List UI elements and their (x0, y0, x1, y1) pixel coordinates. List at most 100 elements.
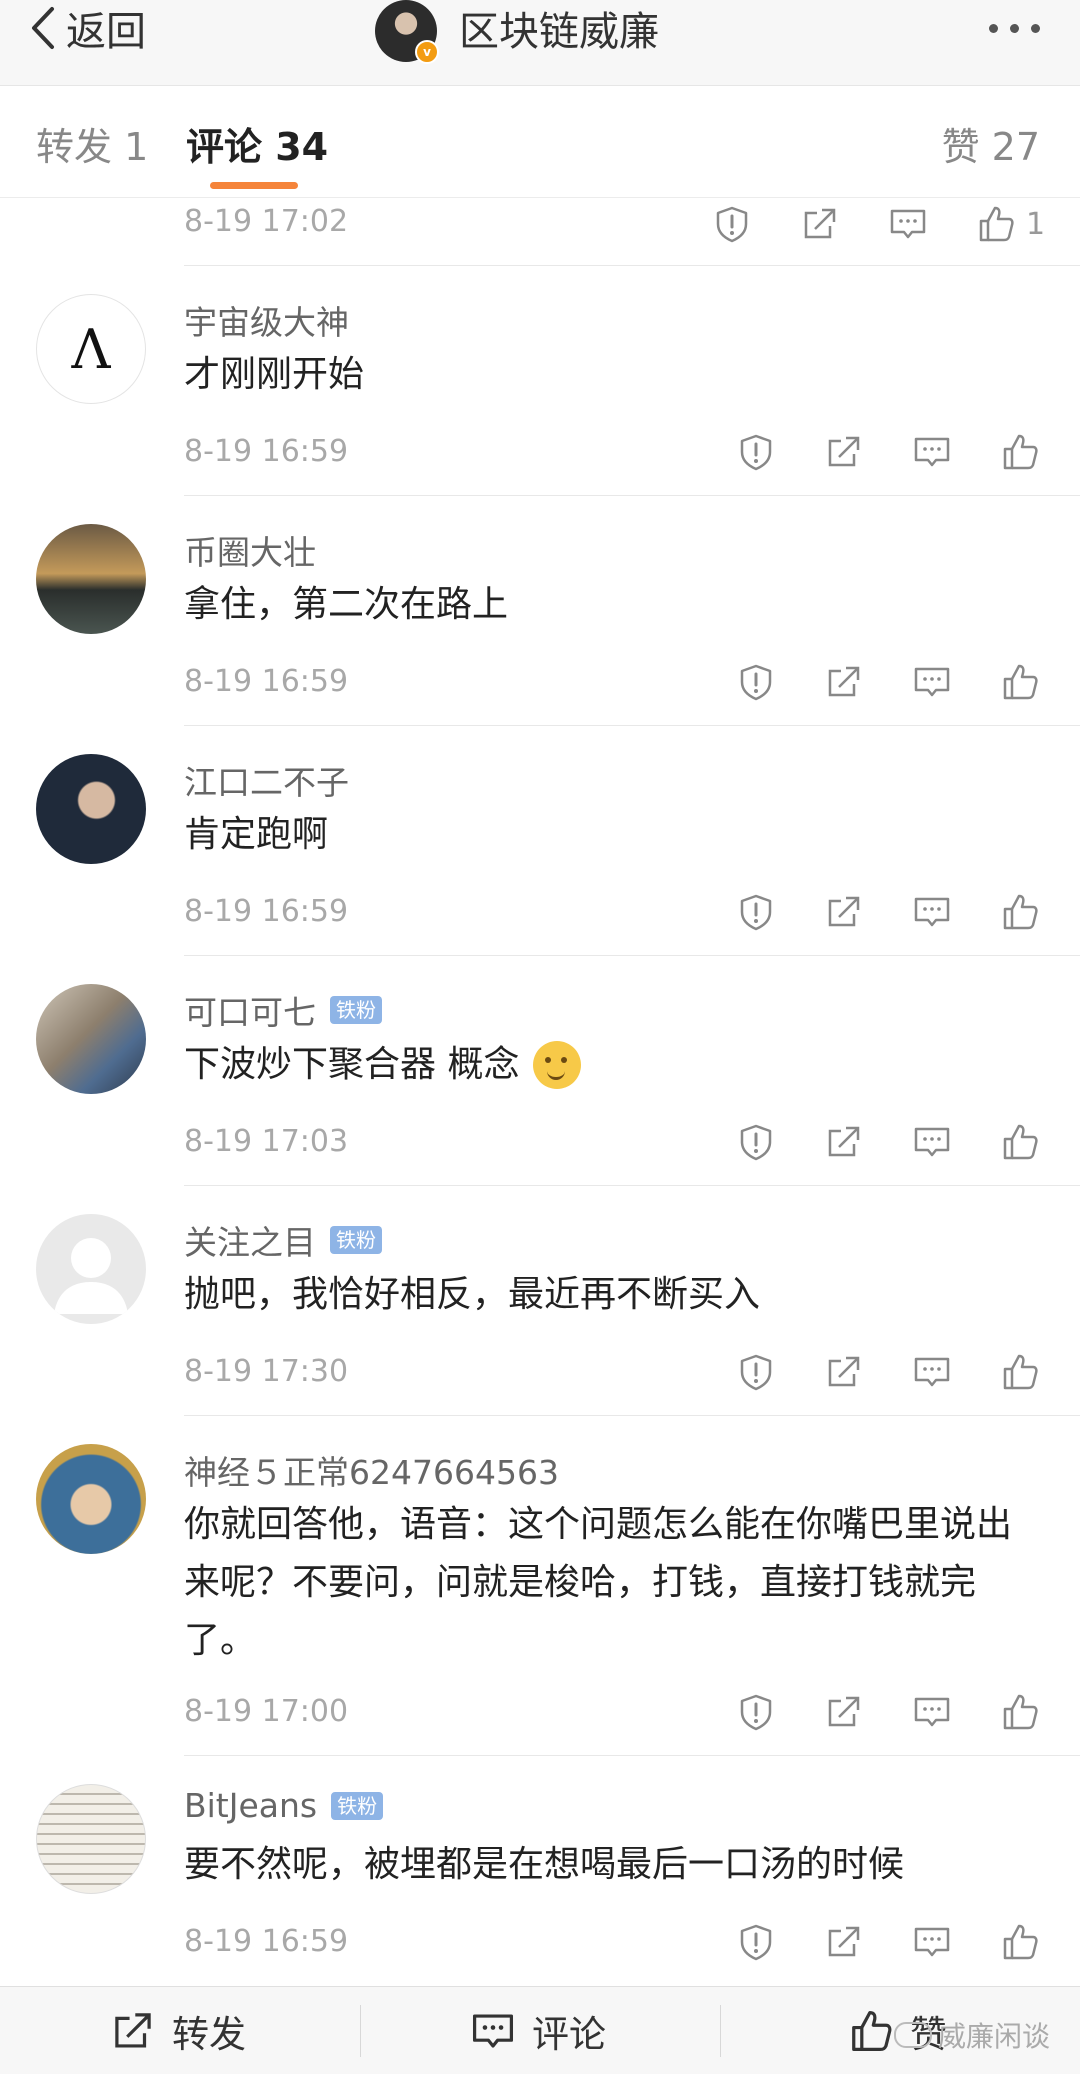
reply-button[interactable] (910, 430, 954, 474)
like-button[interactable] (998, 1120, 1042, 1164)
comment-author[interactable]: 币圈大壮 (184, 526, 316, 574)
report-icon (740, 1694, 772, 1731)
tab-comment[interactable]: 评论 34 (186, 116, 328, 171)
comment-icon (914, 1697, 950, 1727)
like-button[interactable] (998, 1350, 1042, 1394)
report-icon (740, 1924, 772, 1961)
share-button[interactable] (822, 660, 866, 704)
fan-badge: 铁粉 (331, 1791, 384, 1820)
emoji-icon (533, 1041, 582, 1089)
back-button[interactable]: 返回 (26, 0, 146, 56)
comment-actions (734, 1120, 1042, 1164)
like-button[interactable] (998, 660, 1042, 704)
share-button[interactable] (822, 1350, 866, 1394)
watermark: 威廉闲谈 (893, 2015, 1050, 2055)
bottom-comment-button[interactable]: 评论 (470, 1987, 606, 2075)
default-avatar-icon (54, 1238, 128, 1314)
comment-icon (914, 667, 950, 697)
comment-text: 要不然呢，被埋都是在想喝最后一口汤的时候 (184, 1844, 905, 1885)
comment-actions: 1 (710, 202, 1045, 246)
report-button[interactable] (734, 1920, 778, 1964)
more-dots-icon (989, 23, 998, 33)
like-count: 1 (1026, 206, 1046, 242)
comment-actions (734, 430, 1042, 474)
report-icon (716, 206, 748, 243)
like-button[interactable] (998, 1690, 1042, 1734)
avatar[interactable] (36, 1444, 146, 1554)
comment-author[interactable]: 神经５正常6247664563 (184, 1446, 559, 1494)
share-icon (828, 896, 860, 927)
share-button[interactable] (822, 430, 866, 474)
tab-repost[interactable]: 转发 1 (36, 116, 148, 171)
bottom-repost-button[interactable]: 转发 (110, 1987, 246, 2075)
comment-author[interactable]: 宇宙级大神 (184, 296, 349, 344)
comment-icon (890, 209, 926, 239)
report-button[interactable] (734, 1120, 778, 1164)
like-button[interactable] (998, 890, 1042, 934)
comment-text: 才刚刚开始 (184, 354, 365, 395)
reply-button[interactable] (910, 660, 954, 704)
report-icon (740, 1124, 772, 1161)
comment-icon (914, 897, 950, 927)
share-button[interactable] (822, 1920, 866, 1964)
thumbs-up-icon (1003, 1354, 1038, 1390)
comment-author[interactable]: BitJeans 铁粉 (184, 1786, 384, 1825)
report-button[interactable] (734, 890, 778, 934)
account-header[interactable]: v 区块链威廉 (375, 0, 659, 64)
comment-item: 币圈大壮 拿住，第二次在路上 8-19 16:59 (0, 496, 1080, 726)
reply-button[interactable] (910, 1120, 954, 1164)
comment-icon (914, 437, 950, 467)
share-button[interactable] (822, 890, 866, 934)
chevron-left-icon (32, 7, 54, 49)
comment-author[interactable]: 可口可七 铁粉 (184, 986, 382, 1034)
reply-button[interactable] (910, 1920, 954, 1964)
report-button[interactable] (734, 1350, 778, 1394)
fan-badge: 铁粉 (330, 996, 382, 1024)
share-button[interactable] (822, 1120, 866, 1164)
comment-item: 关注之目 铁粉 抛吧，我恰好相反，最近再不断买入 8-19 17:30 (0, 1186, 1080, 1416)
report-button[interactable] (734, 1690, 778, 1734)
report-button[interactable] (734, 430, 778, 474)
comment-item-partial: 8-19 17:02 1 (0, 198, 1080, 266)
share-icon (828, 436, 860, 467)
avatar-glyph: Λ (71, 317, 111, 381)
reply-button[interactable] (886, 202, 930, 246)
comment-time: 8-19 17:00 (184, 1694, 349, 1729)
bottom-comment-label: 评论 (532, 2013, 606, 2056)
comment-text: 你就回答他，语音：这个问题怎么能在你嘴巴里说出来呢？不要问，问就是梭哈，打钱，直… (184, 1504, 1013, 1661)
share-icon (804, 208, 836, 239)
like-button[interactable] (998, 430, 1042, 474)
comment-time: 8-19 16:59 (184, 664, 349, 699)
reply-button[interactable] (910, 890, 954, 934)
comment-actions (734, 660, 1042, 704)
share-button[interactable] (798, 202, 842, 246)
avatar[interactable] (36, 524, 146, 634)
share-button[interactable] (822, 1690, 866, 1734)
avatar[interactable]: Λ (36, 294, 146, 404)
like-button[interactable] (998, 1920, 1042, 1964)
comment-text: 肯定跑啊 (184, 814, 329, 855)
comment-item: BitJeans 铁粉 要不然呢，被埋都是在想喝最后一口汤的时候 8-19 16:… (0, 1756, 1080, 1986)
report-button[interactable] (734, 660, 778, 704)
avatar[interactable] (36, 984, 146, 1094)
watermark-text: 威廉闲谈 (937, 2020, 1050, 2053)
avatar[interactable] (36, 754, 146, 864)
thumbs-up-icon (1003, 434, 1038, 470)
comment-author[interactable]: 关注之目 铁粉 (184, 1216, 382, 1264)
comment-item: 可口可七 铁粉 下波炒下聚合器 概念 8-19 17:03 (0, 956, 1080, 1186)
comment-item: 江口二不子 肯定跑啊 8-19 16:59 (0, 726, 1080, 956)
reply-button[interactable] (910, 1350, 954, 1394)
avatar[interactable] (36, 1784, 146, 1894)
avatar[interactable] (36, 1214, 146, 1324)
top-nav-bar: 返回 v 区块链威廉 (0, 0, 1080, 86)
report-button[interactable] (710, 202, 754, 246)
reply-button[interactable] (910, 1690, 954, 1734)
comment-actions (734, 890, 1042, 934)
tab-like[interactable]: 赞 27 (942, 116, 1040, 171)
comment-author[interactable]: 江口二不子 (184, 756, 349, 804)
verified-badge: v (415, 40, 439, 64)
account-avatar: v (375, 0, 439, 64)
like-button[interactable] (974, 202, 1018, 246)
comment-actions (734, 1350, 1042, 1394)
more-menu-button[interactable] (989, 0, 1040, 56)
